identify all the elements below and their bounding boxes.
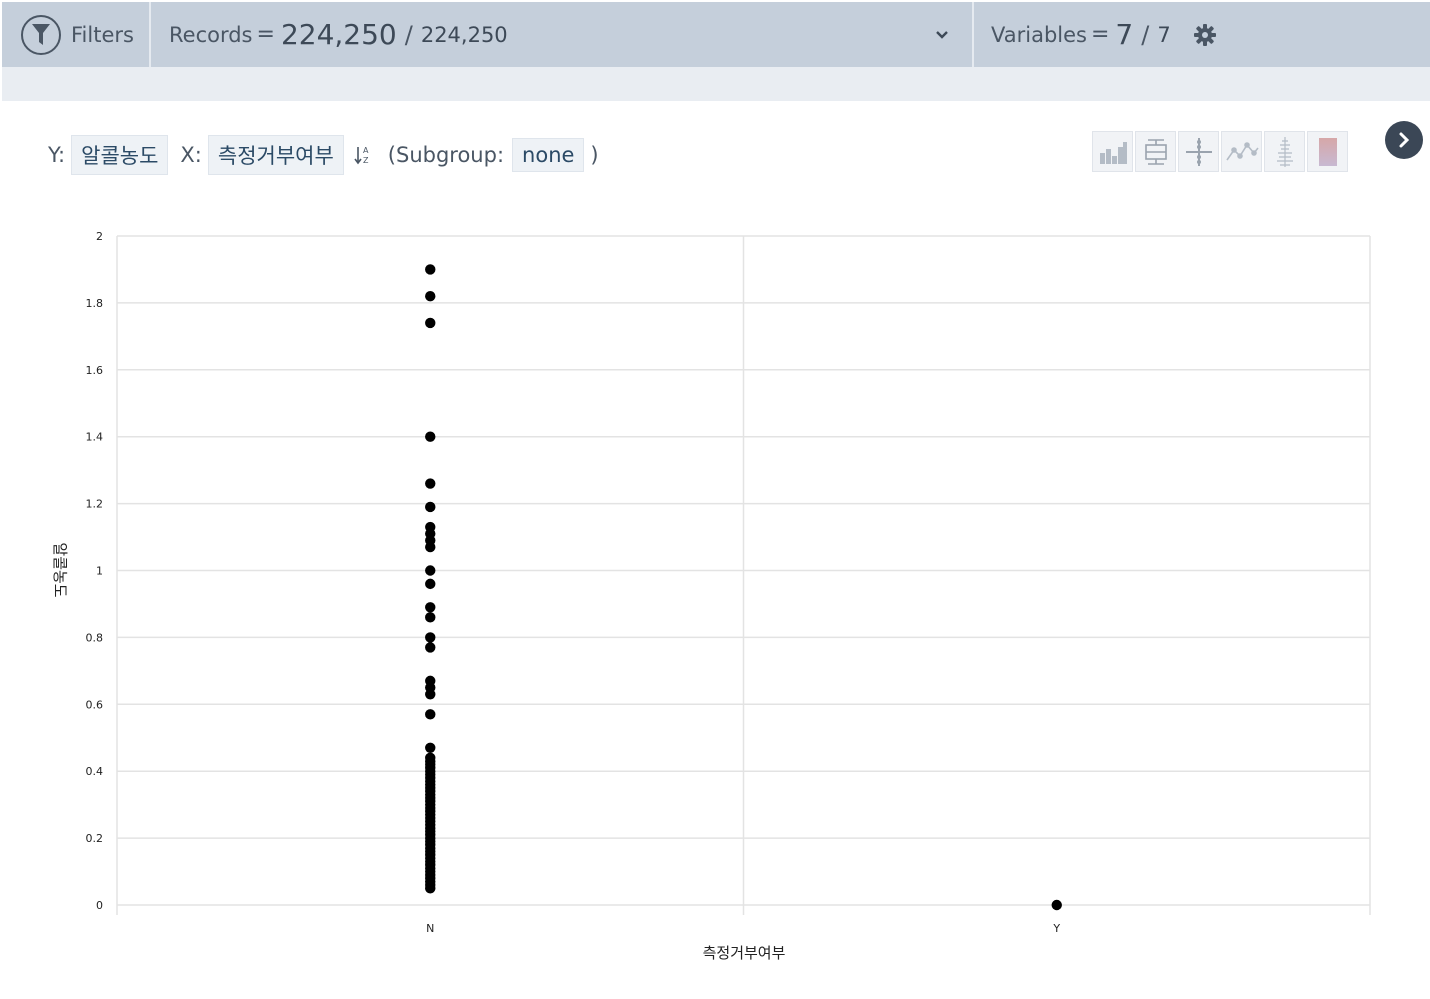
y-tick-label: 1.4 (86, 431, 104, 444)
data-point (425, 565, 436, 576)
variables-total: 7 (1157, 22, 1171, 47)
filter-icon (21, 14, 61, 55)
data-point (425, 602, 436, 613)
subgroup-prefix: (Subgroup: (387, 143, 505, 167)
data-point (425, 612, 436, 623)
dotplot-icon[interactable] (1178, 131, 1219, 172)
y-tick-labels: 0 0.2 0.4 0.6 0.8 1 1.2 1.4 1.6 1.8 2 (86, 230, 104, 912)
records-count: 224,250 (280, 18, 397, 51)
y-tick-label: 0 (96, 899, 103, 912)
variables-selector[interactable]: Variables = 7 / 7 (974, 2, 1430, 67)
top-bar: Filters Records = 224,250 / 224,250 Vari… (2, 2, 1430, 67)
y-tick-label: 0.2 (86, 832, 104, 845)
x-axis-label: X: (180, 143, 202, 167)
data-point (425, 742, 436, 753)
data-point (425, 578, 436, 590)
x-tick-label: N (426, 922, 434, 935)
chart-type-toolbar (1092, 131, 1348, 172)
data-point (425, 264, 436, 275)
filters-label: Filters (71, 22, 134, 47)
records-selector[interactable]: Records = 224,250 / 224,250 (151, 2, 974, 67)
y-tick-label: 1.8 (86, 297, 104, 310)
scatter-chart: 00.20.40.60.811.21.41.61.82 NY 측정거부여부 알콜… (51, 230, 1371, 962)
data-point (425, 431, 436, 442)
chart-grid (116, 235, 1371, 915)
records-label: Records (169, 22, 253, 47)
variables-label: Variables (991, 22, 1087, 47)
data-point (425, 541, 436, 553)
boxplot-icon[interactable] (1135, 131, 1176, 172)
data-point (425, 501, 436, 513)
data-point (425, 291, 436, 302)
gear-icon[interactable] (1193, 23, 1217, 47)
data-point (425, 883, 436, 894)
subgroup-suffix: ) (590, 143, 599, 167)
y-tick-label: 2 (96, 230, 103, 243)
svg-text:Z: Z (363, 156, 369, 165)
y-field-selector[interactable]: 알콜농도 (71, 135, 169, 175)
y-tick-label: 0.8 (86, 631, 104, 644)
data-point (425, 632, 436, 643)
x-axis-title: 측정거부여부 (703, 944, 786, 962)
records-slash: / (404, 20, 413, 49)
data-point (425, 689, 436, 700)
heatmap-icon[interactable] (1307, 131, 1348, 172)
y-axis-title: 알콜농도 (51, 542, 69, 597)
toolbar-strip (2, 67, 1430, 101)
svg-text:A: A (363, 146, 369, 155)
data-point (425, 478, 436, 489)
records-equals: = (256, 22, 275, 47)
x-field-selector[interactable]: 측정거부여부 (207, 135, 344, 175)
y-tick-label: 0.6 (86, 698, 104, 711)
variables-slash: / (1141, 20, 1150, 49)
data-point (425, 642, 436, 653)
sort-az-icon[interactable]: A Z (354, 144, 372, 166)
data-point (1051, 899, 1062, 911)
filters-button[interactable]: Filters (2, 2, 151, 67)
lineplot-icon[interactable] (1221, 131, 1262, 172)
records-total: 224,250 (420, 22, 508, 47)
data-point (425, 317, 436, 329)
x-tick-labels: NY (426, 922, 1060, 935)
y-axis-label: Y: (48, 143, 66, 167)
subgroup-selector[interactable]: none (512, 138, 585, 172)
x-tick-label: Y (1052, 922, 1060, 935)
y-tick-label: 1.6 (86, 364, 104, 377)
y-tick-label: 1 (96, 565, 103, 578)
stripplot-icon[interactable] (1264, 131, 1305, 172)
y-tick-label: 1.2 (86, 498, 104, 511)
variables-count: 7 (1115, 18, 1134, 51)
y-tick-label: 0.4 (86, 765, 104, 778)
next-arrow-button[interactable] (1385, 121, 1423, 159)
variables-equals: = (1090, 22, 1110, 47)
axis-controls: Y: 알콜농도 X: 측정거부여부 A Z (Subgroup: none ) (48, 135, 599, 175)
data-point (425, 709, 436, 720)
histogram-icon[interactable] (1092, 131, 1133, 172)
chevron-down-icon[interactable] (934, 26, 950, 45)
